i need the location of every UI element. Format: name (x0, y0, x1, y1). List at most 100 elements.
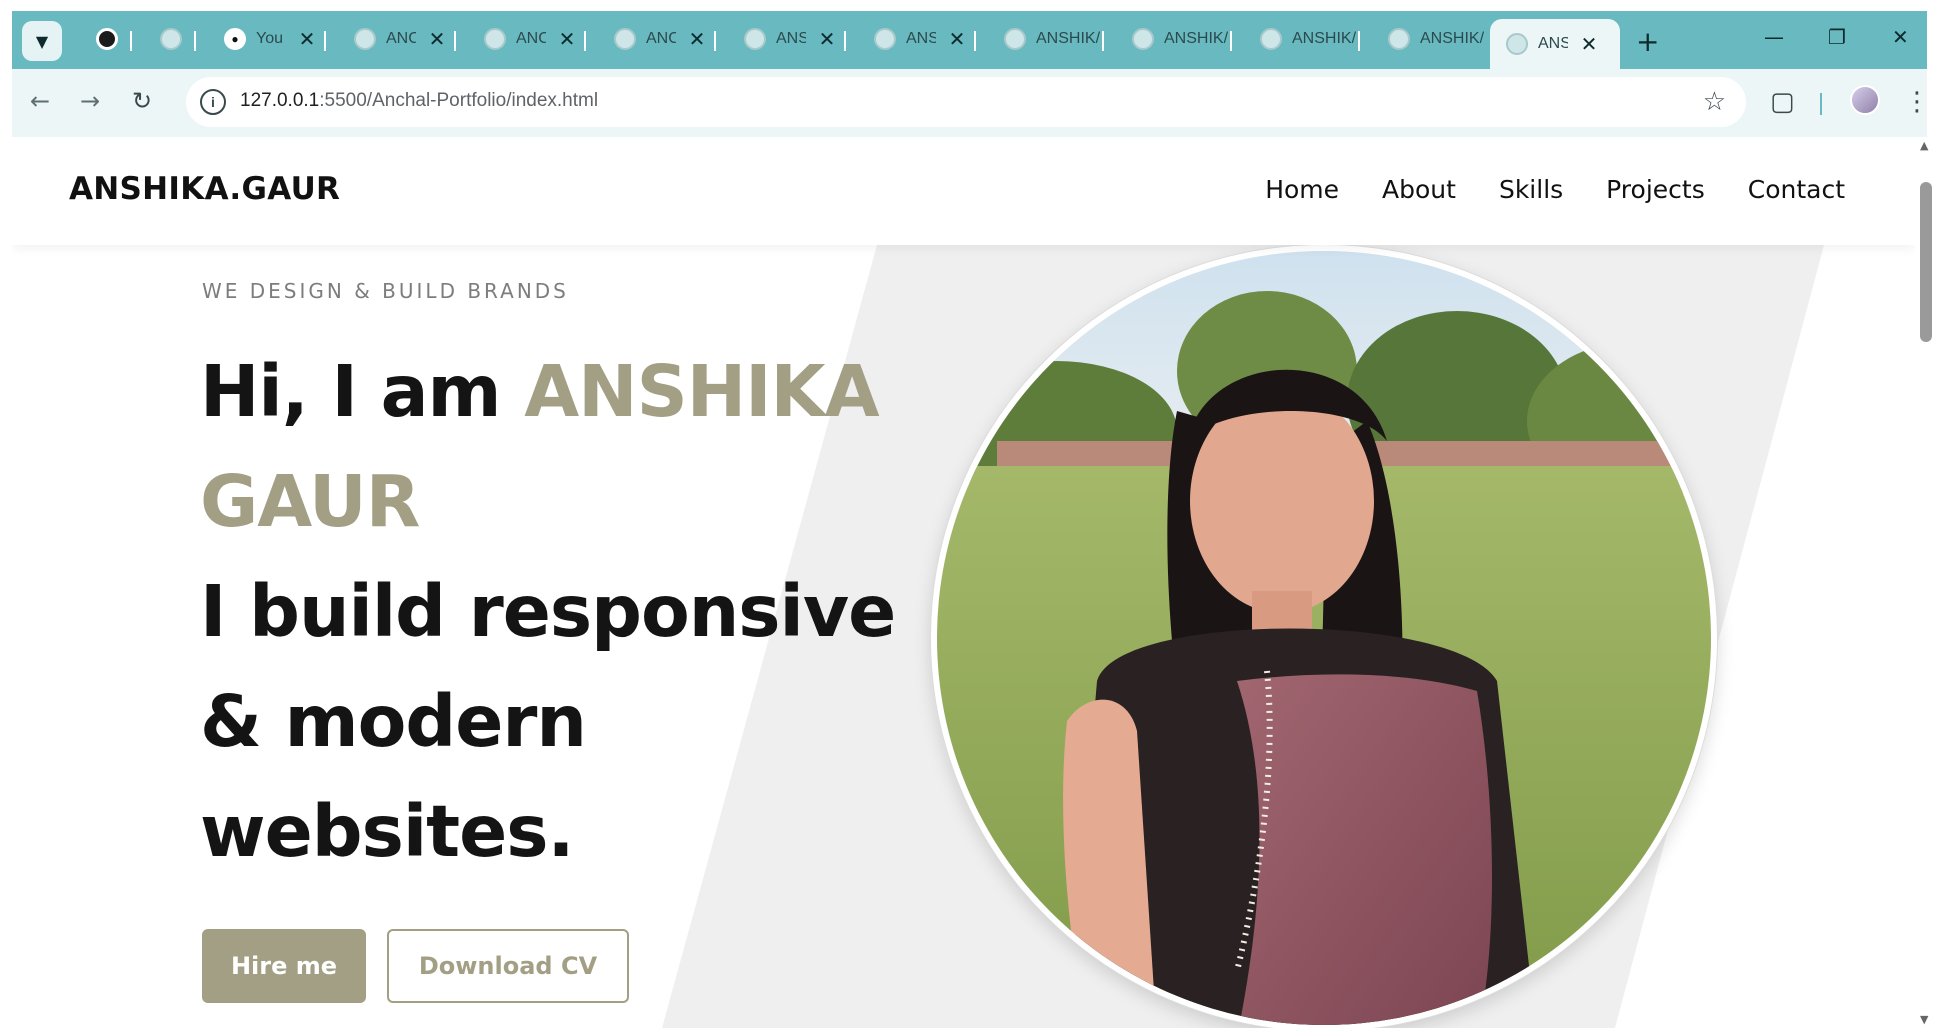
hire-me-button[interactable]: Hire me (202, 929, 366, 1003)
tab-title: ANSHIK/ (1164, 30, 1228, 47)
headline-first-name: ANSHIKA (524, 350, 879, 433)
close-icon[interactable]: ✕ (426, 27, 448, 52)
address-bar[interactable]: i 127.0.0.1:5500/Anchal-Portfolio/index.… (186, 77, 1746, 127)
globe-icon (160, 28, 182, 50)
profile-photo (931, 245, 1717, 1028)
globe-icon (1004, 28, 1026, 50)
extensions-icon[interactable]: ▢ (1770, 87, 1795, 117)
url-path: :5500/Anchal-Portfolio/index.html (319, 90, 599, 111)
globe-icon (744, 28, 766, 50)
close-icon[interactable]: ✕ (296, 27, 318, 52)
tab-title: ANSHIK/ (1036, 30, 1100, 47)
close-icon[interactable]: ✕ (686, 27, 708, 52)
tab-page[interactable]: ANC ✕ (598, 19, 708, 59)
tab-divider (1230, 31, 1232, 51)
close-icon[interactable]: ✕ (556, 27, 578, 52)
close-icon[interactable]: ✕ (946, 27, 968, 52)
tab-title: ANS (906, 30, 936, 47)
tab-divider (454, 31, 456, 51)
headline-greeting: Hi, I am (200, 350, 525, 433)
site-info-icon[interactable]: i (200, 89, 226, 115)
tab-strip: ▼ ● You ✕ ANC ✕ ANC ✕ ANC ✕ ANS ✕ ANS ✕ … (12, 11, 1927, 69)
nav-skills-link[interactable]: Skills (1499, 175, 1563, 204)
globe-icon (484, 28, 506, 50)
tab-page[interactable]: ANC ✕ (468, 19, 578, 59)
tab-chatgpt[interactable] (80, 19, 118, 59)
tab-divider (194, 31, 196, 51)
restore-icon[interactable]: ❐ (1828, 25, 1846, 49)
chatgpt-icon (96, 28, 118, 50)
scroll-thumb[interactable] (1920, 182, 1932, 342)
close-icon[interactable]: ✕ (1578, 32, 1600, 57)
browser-toolbar: ← → ↻ i 127.0.0.1:5500/Anchal-Portfolio/… (12, 69, 1930, 137)
nav-projects-link[interactable]: Projects (1606, 175, 1705, 204)
forward-arrow-icon[interactable]: → (80, 87, 100, 115)
nav-about-link[interactable]: About (1382, 175, 1456, 204)
profile-photo-illustration (937, 251, 1711, 1025)
globe-icon (874, 28, 896, 50)
tab-divider (974, 31, 976, 51)
tab-divider (1358, 31, 1360, 51)
download-cv-button[interactable]: Download CV (387, 929, 629, 1003)
page-viewport: ANSHIKA.GAUR Home About Skills Projects … (12, 137, 1915, 1028)
tab-title: ANC (386, 30, 416, 47)
tab-divider (324, 31, 326, 51)
globe-icon (1506, 33, 1528, 55)
globe-icon (354, 28, 376, 50)
headline-line-3: I build responsive (200, 570, 896, 653)
tab-divider (584, 31, 586, 51)
more-menu-icon[interactable]: ⋮ (1904, 87, 1930, 117)
close-icon[interactable]: ✕ (816, 27, 838, 52)
tab-title: ANS (776, 30, 806, 47)
tab-page[interactable]: ANSHIK/ (1372, 19, 1484, 59)
profile-avatar[interactable] (1850, 85, 1880, 115)
toolbar-divider (1820, 93, 1822, 115)
headline-line-5: websites. (200, 790, 574, 873)
tab-divider (844, 31, 846, 51)
tab-title: ANC (646, 30, 676, 47)
url-text[interactable]: 127.0.0.1:5500/Anchal-Portfolio/index.ht… (240, 90, 598, 112)
tab-github[interactable]: ● You ✕ (208, 19, 318, 59)
tab-page[interactable]: ANSHIK/ (1244, 19, 1356, 59)
nav-contact-link[interactable]: Contact (1748, 175, 1845, 204)
headline-line-4: & modern (200, 680, 587, 763)
tab-search-button[interactable]: ▼ (22, 21, 62, 61)
github-icon: ● (224, 28, 246, 50)
site-logo[interactable]: ANSHIKA.GAUR (69, 171, 340, 207)
headline-last-name: GAUR (200, 460, 420, 543)
minimize-icon[interactable]: — (1764, 25, 1784, 49)
globe-icon (1132, 28, 1154, 50)
nav-home-link[interactable]: Home (1265, 175, 1339, 204)
window-close-icon[interactable]: ✕ (1892, 25, 1909, 49)
scroll-down-icon[interactable]: ▼ (1920, 1013, 1928, 1026)
back-arrow-icon[interactable]: ← (30, 87, 50, 115)
tab-page[interactable]: ANSHIK/ (988, 19, 1100, 59)
tab-title: ANSHIK/ (1420, 30, 1484, 47)
tab-title: You (256, 30, 283, 47)
globe-icon (1388, 28, 1410, 50)
url-host: 127.0.0.1 (240, 90, 320, 111)
hero-headline: Hi, I am ANSHIKA GAUR I build responsive & … (200, 337, 920, 887)
new-tab-icon[interactable]: + (1636, 25, 1659, 58)
tab-title: ANSHIK/ (1292, 30, 1356, 47)
bookmark-star-icon[interactable]: ☆ (1703, 87, 1726, 117)
tab-globe[interactable] (144, 19, 182, 59)
tab-page[interactable]: ANSHIK/ (1116, 19, 1228, 59)
tab-page[interactable]: ANS ✕ (858, 19, 968, 59)
reload-icon[interactable]: ↻ (132, 87, 152, 115)
site-header: ANSHIKA.GAUR Home About Skills Projects … (12, 137, 1915, 245)
page-scrollbar[interactable]: ▲ ▼ (1915, 137, 1937, 1028)
chevron-down-icon: ▼ (35, 31, 49, 51)
globe-icon (1260, 28, 1282, 50)
tab-divider (130, 31, 132, 51)
tab-title: ANS (1538, 35, 1568, 52)
scroll-up-icon[interactable]: ▲ (1920, 139, 1928, 152)
globe-icon (614, 28, 636, 50)
tab-page[interactable]: ANC ✕ (338, 19, 448, 59)
tab-active[interactable]: ANS ✕ (1490, 19, 1620, 69)
tab-title: ANC (516, 30, 546, 47)
site-nav-menu: Home About Skills Projects Contact (1265, 175, 1845, 204)
hero-tagline: WE DESIGN & BUILD BRANDS (202, 279, 569, 303)
tab-page[interactable]: ANS ✕ (728, 19, 838, 59)
tab-divider (1102, 31, 1104, 51)
